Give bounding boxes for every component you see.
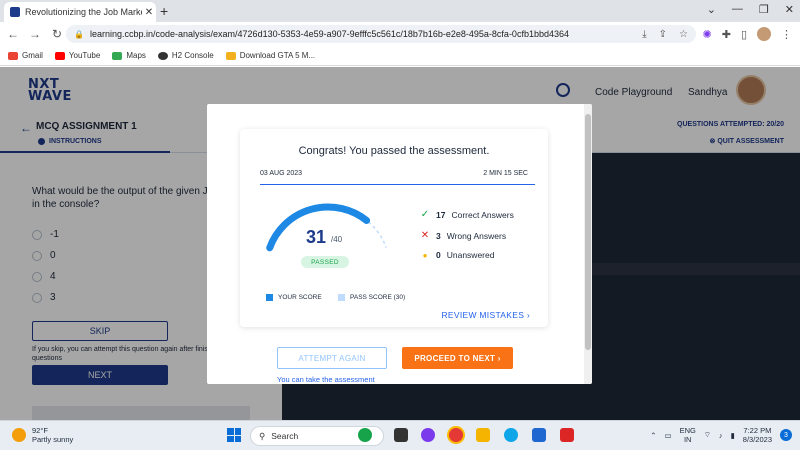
file-explorer-icon[interactable] <box>476 428 490 442</box>
bookmark-gta[interactable]: Download GTA 5 M... <box>225 51 315 60</box>
gmail-icon <box>8 51 18 60</box>
wps-icon[interactable] <box>560 428 574 442</box>
scrollbar-thumb[interactable] <box>585 114 591 350</box>
download-icon <box>225 51 236 60</box>
status-badge: PASSED <box>301 256 349 268</box>
drive-icon[interactable]: ▭ <box>664 431 671 440</box>
stat-correct: ✓ 17 Correct Answers <box>420 209 514 220</box>
bookmark-gmail[interactable]: Gmail <box>8 51 43 60</box>
sun-icon <box>12 428 26 442</box>
proceed-to-next-button[interactable]: PROCEED TO NEXT › <box>402 347 513 369</box>
tab-title: Revolutionizing the Job Market | <box>25 7 142 17</box>
profile-avatar[interactable] <box>757 27 771 41</box>
check-icon: ✓ <box>420 209 430 220</box>
legend-pass-score: PASS SCORE (30) <box>338 294 405 301</box>
chevron-down-icon[interactable]: ⌄ <box>707 3 716 16</box>
minimize-icon[interactable]: — <box>732 3 743 16</box>
task-view-icon[interactable] <box>394 428 408 442</box>
divider <box>260 184 535 185</box>
cross-icon: ✕ <box>420 230 430 241</box>
store-icon[interactable] <box>532 428 546 442</box>
stat-unanswered: ● 0 Unanswered <box>420 250 495 260</box>
review-mistakes-link[interactable]: REVIEW MISTAKES › <box>441 310 530 320</box>
tab-favicon-icon <box>10 7 20 17</box>
extensions-bar: ✺ ✚ ▯ ⋮ <box>703 27 792 41</box>
bookmark-youtube[interactable]: YouTube <box>54 51 100 60</box>
back-icon[interactable]: ← <box>4 27 22 41</box>
notification-badge[interactable]: 3 <box>780 429 792 441</box>
youtube-icon <box>54 51 65 60</box>
system-tray: ⌃ ▭ ENG IN ⌔ ♪ ▮ 7:22 PM 8/3/2023 3 <box>650 426 792 444</box>
reload-icon[interactable]: ↻ <box>48 27 66 41</box>
address-bar-row: ← → ↻ 🔒 learning.ccbp.in/code-analysis/e… <box>0 22 800 46</box>
bookmark-star-icon[interactable]: ☆ <box>679 29 688 40</box>
browser-tab[interactable]: Revolutionizing the Job Market | ✕ <box>4 2 156 22</box>
battery-icon[interactable]: ▮ <box>731 431 735 440</box>
globe-icon <box>157 51 168 60</box>
modal-scrollbar[interactable] <box>584 104 592 384</box>
wifi-icon[interactable]: ⌔ <box>704 430 711 440</box>
menu-icon[interactable]: ⋮ <box>781 28 792 41</box>
windows-start-icon[interactable] <box>227 428 241 442</box>
language-indicator[interactable]: ENG IN <box>680 426 696 444</box>
gauge-track <box>268 206 388 249</box>
window-controls: ⌄ — ❐ ✕ <box>707 3 794 16</box>
maps-icon <box>112 51 123 60</box>
score-total: /40 <box>331 235 343 244</box>
forward-icon[interactable]: → <box>26 27 44 41</box>
score-value: 31 <box>306 227 327 247</box>
windows-taskbar: 92°F Partly sunny ⚲ Search ⌃ ▭ ENG IN ⌔ ♪ ▮… <box>0 420 800 450</box>
restore-icon[interactable]: ❐ <box>759 3 769 16</box>
share-icon[interactable]: ⇪ <box>659 29 667 40</box>
watermelon-icon[interactable] <box>358 428 372 442</box>
chevron-right-icon: › <box>497 353 501 363</box>
edge-icon[interactable] <box>504 428 518 442</box>
chevron-right-icon: › <box>526 310 530 320</box>
extension-icon[interactable]: ✺ <box>703 28 712 41</box>
attempt-again-button[interactable]: ATTEMPT AGAIN <box>277 347 387 369</box>
tab-close-icon[interactable]: ✕ <box>142 7 156 18</box>
lock-icon: 🔒 <box>74 29 84 39</box>
dot-icon: ● <box>422 250 428 260</box>
url-field[interactable]: 🔒 learning.ccbp.in/code-analysis/exam/47… <box>66 25 696 43</box>
legend-swatch <box>338 294 345 301</box>
bookmark-maps[interactable]: Maps <box>112 51 146 60</box>
exam-date: 03 AUG 2023 <box>260 170 303 177</box>
exam-duration: 2 MIN 15 SEC <box>483 170 528 177</box>
legend-swatch <box>266 294 273 301</box>
congrats-heading: Congrats! You passed the assessment. <box>298 145 490 157</box>
chrome-icon[interactable] <box>449 428 463 442</box>
stat-wrong: ✕ 3 Wrong Answers <box>420 230 507 241</box>
chevron-up-icon[interactable]: ⌃ <box>650 431 656 440</box>
tab-strip: Revolutionizing the Job Market | ✕ + ⌄ —… <box>0 0 800 22</box>
puzzle-icon[interactable]: ✚ <box>722 28 731 41</box>
retake-note: You can take the assessment <box>277 375 375 384</box>
new-tab-button[interactable]: + <box>160 3 168 19</box>
weather-widget[interactable]: 92°F Partly sunny <box>12 426 73 444</box>
bookmarks-bar: Gmail YouTube Maps H2 Console Download G… <box>0 46 800 66</box>
clock[interactable]: 7:22 PM 8/3/2023 <box>743 426 772 444</box>
legend-your-score: YOUR SCORE <box>266 294 322 301</box>
install-icon[interactable]: ⤓ <box>642 29 646 40</box>
result-modal: Congrats! You passed the assessment. 03 … <box>207 104 592 384</box>
result-card: Congrats! You passed the assessment. 03 … <box>240 129 548 327</box>
search-icon: ⚲ <box>259 430 266 441</box>
volume-icon[interactable]: ♪ <box>719 431 723 440</box>
sidepanel-icon[interactable]: ▯ <box>741 28 747 41</box>
bookmark-h2-console[interactable]: H2 Console <box>157 51 214 60</box>
url-text: learning.ccbp.in/code-analysis/exam/4726… <box>89 29 569 39</box>
chat-icon[interactable] <box>421 428 435 442</box>
close-window-icon[interactable]: ✕ <box>785 3 794 16</box>
